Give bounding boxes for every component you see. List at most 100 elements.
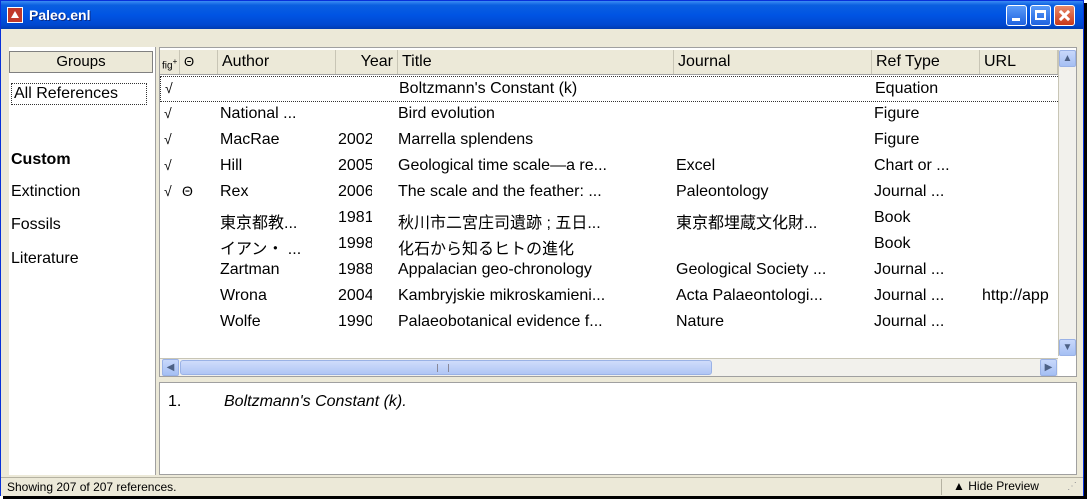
title-cell: Geological time scale—a re... bbox=[398, 157, 607, 174]
title-cell: Kambryjskie mikroskamieni... bbox=[398, 287, 606, 304]
table-row[interactable]: √ Hill 2005 Geological time scale—a re... Ex… bbox=[160, 154, 1060, 180]
table-row[interactable]: Wolfe 1990 Palaeobotanical evidence f... Na… bbox=[160, 310, 1060, 336]
ref-type-cell: Equation bbox=[875, 80, 939, 97]
col-header-attachment[interactable]: Θ bbox=[180, 50, 218, 74]
maximize-button[interactable] bbox=[1030, 5, 1051, 26]
close-button[interactable] bbox=[1054, 5, 1075, 26]
hide-preview-button[interactable]: ▲ Hide Preview bbox=[953, 479, 1039, 493]
author-cell: Zartman bbox=[220, 261, 280, 278]
ref-type-cell: Figure bbox=[874, 105, 920, 122]
app-window: Paleo.enl Groups All References Custom E… bbox=[0, 0, 1084, 496]
journal-cell: 東京都埋蔵文化財... bbox=[676, 215, 818, 232]
title-cell: Palaeobotanical evidence f... bbox=[398, 313, 603, 330]
journal-cell: Paleontology bbox=[676, 183, 769, 200]
group-fossils[interactable]: Fossils bbox=[11, 216, 61, 234]
title-bar[interactable]: Paleo.enl bbox=[1, 1, 1083, 29]
hide-preview-label: Hide Preview bbox=[968, 479, 1039, 493]
figure-check: √ bbox=[164, 105, 172, 121]
status-divider bbox=[941, 479, 942, 495]
journal-cell: Acta Palaeontologi... bbox=[676, 287, 823, 304]
table-row[interactable]: Wrona 2004 Kambryjskie mikroskamieni... Act… bbox=[160, 284, 1060, 310]
table-row[interactable]: √ Θ Rex 2006 The scale and the feather: ... P… bbox=[160, 180, 1060, 206]
figure-column-icon: fig bbox=[162, 60, 173, 72]
ref-type-cell: Journal ... bbox=[874, 287, 945, 304]
vertical-scrollbar[interactable]: ▲ ▼ bbox=[1058, 50, 1076, 356]
ref-type-cell: Book bbox=[874, 235, 911, 252]
reference-list: fig+ Θ Author Year Title Journal Ref Typ… bbox=[159, 47, 1077, 377]
title-cell: 化石から知るヒトの進化 bbox=[398, 241, 575, 258]
author-cell: Wrona bbox=[220, 287, 267, 304]
group-literature[interactable]: Literature bbox=[11, 250, 79, 268]
groups-header-button[interactable]: Groups bbox=[9, 51, 153, 73]
scroll-grip-icon bbox=[437, 364, 449, 372]
year-cell: 2002 bbox=[338, 131, 372, 148]
col-header-title[interactable]: Title bbox=[398, 50, 674, 74]
table-row[interactable]: イアン・ ... 1998 化石から知るヒトの進化 Book bbox=[160, 232, 1060, 258]
horizontal-scroll-thumb[interactable] bbox=[180, 360, 712, 375]
year-cell: 1998 bbox=[338, 235, 372, 252]
col-header-year[interactable]: Year bbox=[336, 50, 398, 74]
ref-type-cell: Journal ... bbox=[874, 261, 945, 278]
year-cell: 2004 bbox=[338, 287, 372, 304]
ref-type-cell: Chart or ... bbox=[874, 157, 950, 174]
status-bar: Showing 207 of 207 references. ▲ Hide Pr… bbox=[1, 477, 1083, 496]
title-cell: Appalacian geo-chronology bbox=[398, 261, 592, 278]
status-text: Showing 207 of 207 references. bbox=[7, 480, 177, 494]
table-row[interactable]: √ Boltzmann's Constant (k) Equation bbox=[160, 76, 1060, 102]
list-header: fig+ Θ Author Year Title Journal Ref Typ… bbox=[160, 50, 1076, 75]
scroll-down-arrow-icon[interactable]: ▼ bbox=[1059, 339, 1076, 356]
resize-grip-icon[interactable]: ⋰ bbox=[1067, 481, 1079, 493]
groups-panel: Groups All References Custom Extinction … bbox=[9, 47, 156, 475]
journal-cell: Nature bbox=[676, 313, 725, 330]
url-cell: http://app bbox=[982, 287, 1049, 304]
author-cell: Wolfe bbox=[220, 313, 261, 330]
scroll-up-arrow-icon[interactable]: ▲ bbox=[1059, 50, 1076, 67]
figure-check: √ bbox=[164, 157, 172, 173]
col-header-url[interactable]: URL bbox=[980, 50, 1058, 74]
preview-text: Boltzmann's Constant (k). bbox=[224, 393, 407, 410]
table-row[interactable]: 東京都教... 1981 秋川市二宮庄司遺跡 ; 五日... 東京都埋蔵文化財... B… bbox=[160, 206, 1060, 232]
year-cell: 2006 bbox=[338, 183, 372, 200]
group-extinction[interactable]: Extinction bbox=[11, 183, 80, 201]
col-header-ref-type[interactable]: Ref Type bbox=[872, 50, 980, 74]
figure-check: √ bbox=[164, 183, 172, 199]
maximize-icon bbox=[1035, 10, 1046, 20]
year-cell: 2005 bbox=[338, 157, 372, 174]
app-icon bbox=[7, 7, 23, 23]
ref-type-cell: Book bbox=[874, 209, 911, 226]
minimize-button[interactable] bbox=[1006, 5, 1027, 26]
table-row[interactable]: √ National ... Bird evolution Figure bbox=[160, 102, 1060, 128]
group-all-references[interactable]: All References bbox=[11, 83, 147, 105]
author-cell: National ... bbox=[220, 105, 297, 122]
journal-cell: Excel bbox=[676, 157, 716, 174]
author-cell: Hill bbox=[220, 157, 243, 174]
close-icon bbox=[1055, 6, 1074, 25]
horizontal-scrollbar[interactable]: ◀ ▶ bbox=[160, 358, 1058, 376]
ref-type-cell: Journal ... bbox=[874, 183, 945, 200]
table-row[interactable]: Zartman 1988 Appalacian geo-chronology Geol… bbox=[160, 258, 1060, 284]
group-heading-custom: Custom bbox=[11, 151, 71, 168]
scroll-left-arrow-icon[interactable]: ◀ bbox=[162, 359, 179, 376]
author-cell: MacRae bbox=[220, 131, 280, 148]
journal-cell: Geological Society ... bbox=[676, 261, 827, 278]
attachment-icon: Θ bbox=[182, 183, 193, 199]
col-header-figure[interactable]: fig+ bbox=[160, 50, 180, 74]
figure-check: √ bbox=[165, 80, 173, 96]
scroll-right-arrow-icon[interactable]: ▶ bbox=[1040, 359, 1057, 376]
author-cell: イアン・ ... bbox=[220, 241, 302, 258]
table-row[interactable]: √ MacRae 2002 Marrella splendens Figure bbox=[160, 128, 1060, 154]
col-header-author[interactable]: Author bbox=[218, 50, 336, 74]
title-cell: Bird evolution bbox=[398, 105, 495, 122]
title-cell: 秋川市二宮庄司遺跡 ; 五日... bbox=[398, 215, 601, 232]
ref-type-cell: Journal ... bbox=[874, 313, 945, 330]
col-header-journal[interactable]: Journal bbox=[674, 50, 872, 74]
title-cell: Boltzmann's Constant (k) bbox=[399, 80, 578, 97]
window-title: Paleo.enl bbox=[29, 7, 91, 23]
year-cell: 1981 bbox=[338, 209, 372, 226]
minimize-icon bbox=[1012, 18, 1020, 21]
figure-check: √ bbox=[164, 131, 172, 147]
preview-number: 1. bbox=[168, 393, 182, 410]
author-cell: 東京都教... bbox=[220, 215, 298, 232]
preview-pane: 1. Boltzmann's Constant (k). bbox=[159, 382, 1077, 475]
title-cell: Marrella splendens bbox=[398, 131, 534, 148]
